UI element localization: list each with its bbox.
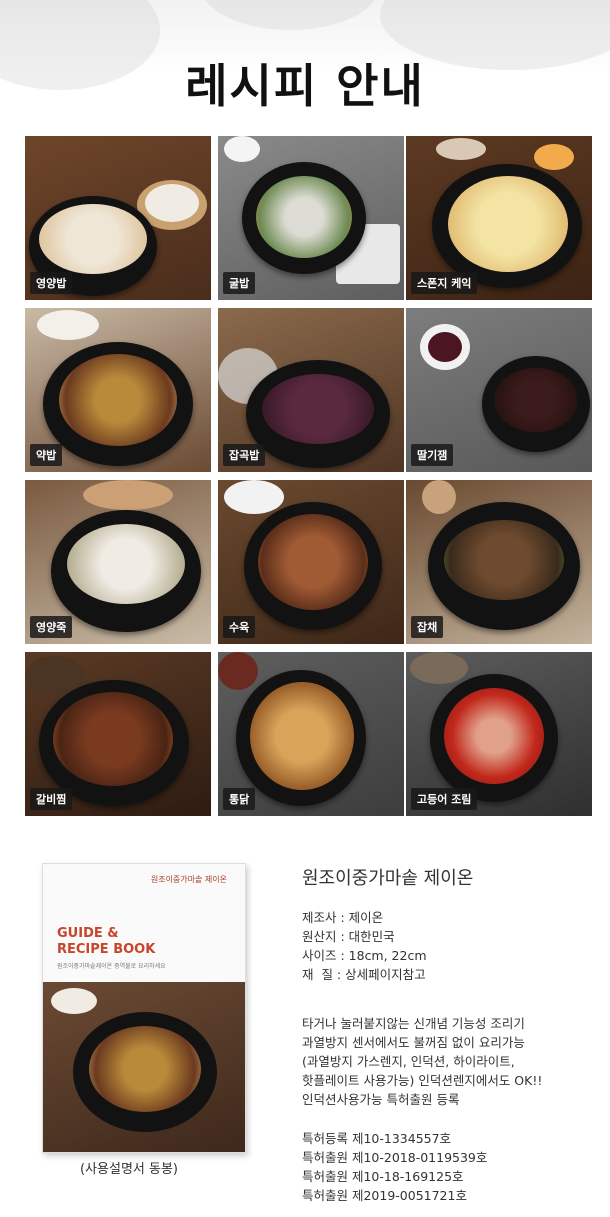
recipe-label: 영양죽: [30, 616, 73, 638]
recipe-tile-nutrition-porridge: 영양죽: [25, 480, 211, 644]
patent-line: 특허출원 제10-18-169125호: [302, 1169, 464, 1184]
recipe-booklet-image: 원조이중가마솥 제이온 GUIDE & RECIPE BOOK 원조이중가마솥제…: [42, 863, 246, 1153]
description-line: 인덕션사용가능 특허출원 등록: [302, 1092, 460, 1107]
recipe-label: 굴밥: [223, 272, 256, 294]
recipe-tile-yakbap: 약밥: [25, 308, 211, 472]
spec-line: 사이즈 : 18cm, 22cm: [302, 948, 427, 963]
recipe-tile-boiled-pork: 수육: [218, 480, 404, 644]
description-line: (과열방지 가스렌지, 인덕션, 하이라이트,: [302, 1054, 515, 1069]
patent-line: 특허출원 제2019-0051721호: [302, 1188, 467, 1203]
booklet-brand: 원조이중가마솥 제이온: [150, 875, 227, 884]
product-name: 원조이중가마솥 제이온: [302, 868, 474, 889]
recipe-tile-sponge-cake: 스폰지 케익: [406, 136, 592, 300]
recipe-label: 영양밥: [30, 272, 73, 294]
spec-line: 제조사 : 제이온: [302, 910, 384, 925]
recipe-label: 스폰지 케익: [411, 272, 478, 294]
recipe-label: 고등어 조림: [411, 788, 478, 810]
booklet-title-line2: RECIPE BOOK: [57, 942, 156, 957]
booklet-caption: (사용설명서 동봉): [80, 1162, 178, 1177]
recipe-tile-mixed-grain-rice: 잡곡밥: [218, 308, 404, 472]
description-line: 타거나 눌러붙지않는 신개념 기능성 조리기: [302, 1016, 525, 1031]
product-info: 원조이중가마솥 제이온 제조사 : 제이온 원산지 : 대한민국 사이즈 : 1…: [302, 864, 602, 1205]
spec-line: 재 질 : 상세페이지참고: [302, 967, 426, 982]
header-banner: 레시피 안내: [0, 0, 610, 125]
recipe-label: 통닭: [223, 788, 256, 810]
recipe-tile-braised-mackerel: 고등어 조림: [406, 652, 592, 816]
recipe-tile-japchae: 잡채: [406, 480, 592, 644]
spec-line: 원산지 : 대한민국: [302, 929, 395, 944]
booklet-title-line1: GUIDE &: [57, 926, 119, 941]
patent-line: 특허등록 제10-1334557호: [302, 1131, 452, 1146]
recipe-label: 잡채: [411, 616, 444, 638]
booklet-photo: [43, 982, 245, 1152]
description-line: 과열방지 센서에서도 불꺼짐 없이 요리가능: [302, 1035, 525, 1050]
recipe-label: 잡곡밥: [223, 444, 266, 466]
recipe-label: 약밥: [30, 444, 63, 466]
recipe-tile-oyster-rice: 굴밥: [218, 136, 404, 300]
patent-line: 특허출원 제10-2018-0119539호: [302, 1150, 488, 1165]
page-title: 레시피 안내: [185, 59, 425, 113]
description-line: 핫플레이트 사용가능) 인덕션렌지에서도 OK!!: [302, 1073, 543, 1088]
recipe-tile-galbijjim: 갈비찜: [25, 652, 211, 816]
booklet-subtitle: 원조이중가마솥제이온 중역불로 요리하세요: [57, 963, 166, 970]
recipe-label: 딸기잼: [411, 444, 454, 466]
recipe-tile-nutrition-rice: 영양밥: [25, 136, 211, 300]
recipe-label: 수육: [223, 616, 256, 638]
recipe-tile-strawberry-jam: 딸기잼: [406, 308, 592, 472]
recipe-label: 갈비찜: [30, 788, 73, 810]
product-section: 원조이중가마솥 제이온 GUIDE & RECIPE BOOK 원조이중가마솥제…: [0, 830, 610, 1217]
recipe-tile-whole-chicken: 통닭: [218, 652, 404, 816]
